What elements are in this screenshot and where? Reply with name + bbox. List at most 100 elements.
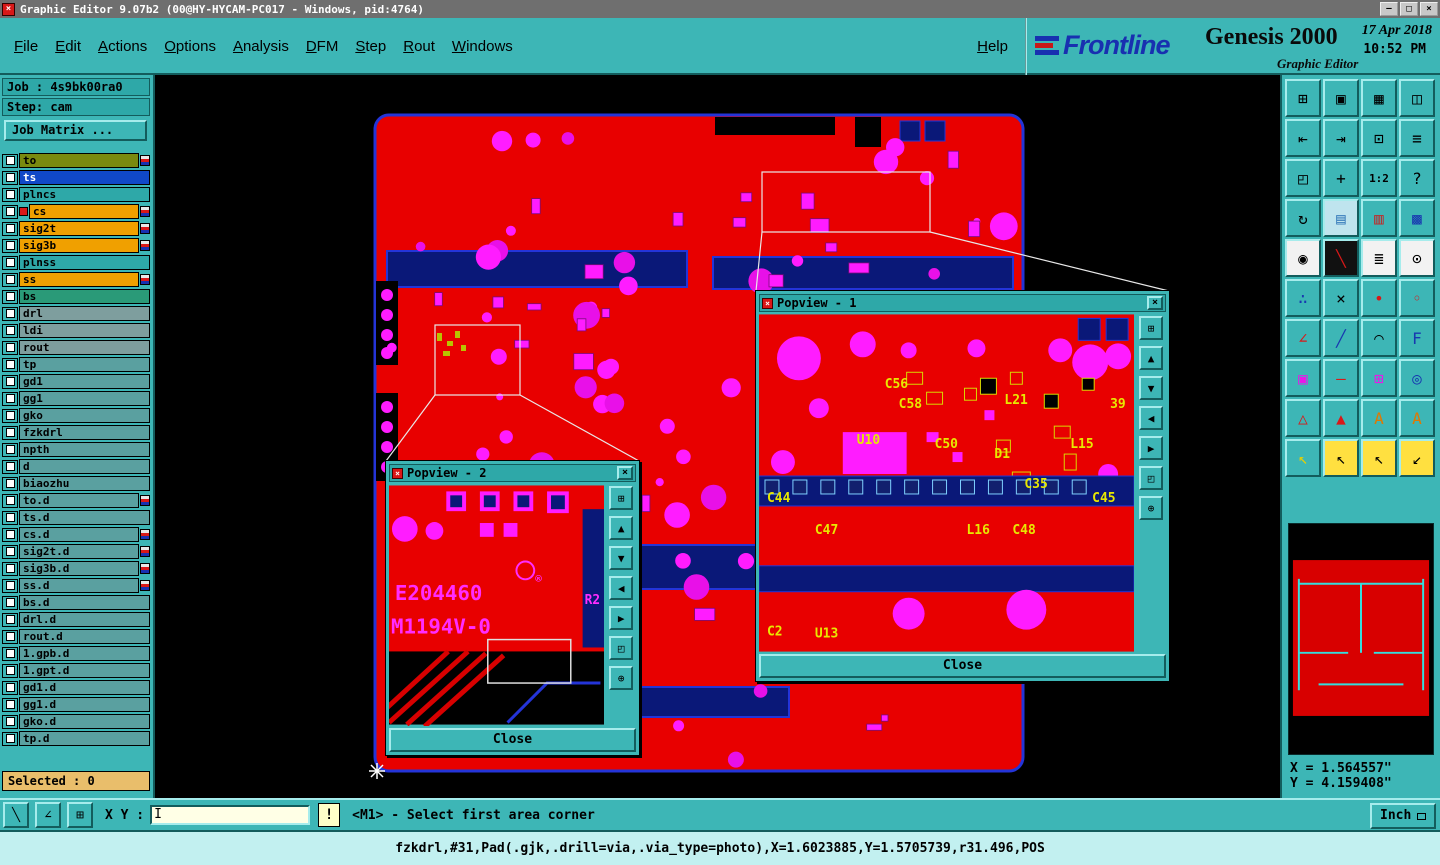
cursor-text-button[interactable]: ↖ [1361,439,1397,477]
circle-overlay-button[interactable]: ◎ [1399,359,1435,397]
layer-name[interactable]: 1.gpt.d [19,663,150,678]
popview-2-content[interactable]: E204460 ® M1194V-0 R2 [389,484,605,726]
layer-context-icon[interactable] [140,155,150,166]
origin-dot-button[interactable]: ⊙ [1399,239,1435,277]
layer-compare-button[interactable]: ▥ [1361,199,1397,237]
layer-name[interactable]: biaozhu [19,476,150,491]
popview-close-button[interactable]: Close [759,654,1166,678]
layer-name[interactable]: gg1.d [19,697,150,712]
menu-windows[interactable]: Windows [452,38,513,55]
layer-visibility-checkbox[interactable] [2,238,18,253]
text-arrow-button[interactable]: A [1361,399,1397,437]
menu-options[interactable]: Options [164,38,216,55]
menu-step[interactable]: Step [355,38,386,55]
popview-2-window[interactable]: × Popview - 2 × E204460 ® M1194V-0 R2 ⊞ … [385,460,640,756]
layer-visibility-checkbox[interactable] [2,493,18,508]
layer-visibility-checkbox[interactable] [2,289,18,304]
menu-edit[interactable]: Edit [55,38,81,55]
layer-name[interactable]: gd1.d [19,680,150,695]
layer-name[interactable]: bs [19,289,150,304]
popview-1-titlebar[interactable]: × Popview - 1 × [759,294,1166,312]
layer-name[interactable]: drl.d [19,612,150,627]
close-icon[interactable]: × [617,466,633,480]
shift-right-button[interactable]: ⇥ [1323,119,1359,157]
layer-name[interactable]: cs.d [19,527,139,542]
layer-name[interactable]: plnss [19,255,150,270]
move-grid-button[interactable]: ⊞ [1361,359,1397,397]
layer-visibility-checkbox[interactable] [2,714,18,729]
units-button[interactable]: Inch [1370,803,1436,829]
layer-visibility-checkbox[interactable] [2,340,18,355]
layer-name[interactable]: npth [19,442,150,457]
board-preview[interactable] [1288,523,1434,755]
popout-button[interactable]: ⊞ [1139,316,1164,340]
layer-visibility-checkbox[interactable] [2,357,18,372]
layer-context-icon[interactable] [140,563,150,574]
layer-visibility-checkbox[interactable] [2,442,18,457]
pan-right-button[interactable]: ▶ [1139,436,1164,460]
layer-visibility-checkbox[interactable] [2,731,18,746]
redraw-button[interactable]: ↻ [1285,199,1321,237]
snap-points-button[interactable]: ∴ [1285,279,1321,317]
layer-context-icon[interactable] [140,240,150,251]
title-bar[interactable]: × Graphic Editor 9.07b2 (00@HY-HYCAM-PC0… [0,0,1440,18]
layer-visibility-checkbox[interactable] [2,391,18,406]
zoom-fit-button[interactable]: ◰ [1139,466,1164,490]
alert-button[interactable]: ! [318,803,341,827]
pan-view-button[interactable]: + [1323,159,1359,197]
layer-visibility-checkbox[interactable] [2,646,18,661]
circle-select-button[interactable]: ◉ [1285,239,1321,277]
scale-1-2-button[interactable]: 1:2 [1361,159,1397,197]
layer-visibility-checkbox[interactable] [2,323,18,338]
arc-draw-button[interactable]: ◠ [1361,319,1397,357]
zoom-window-button[interactable]: ◰ [1285,159,1321,197]
pad-frame-button[interactable]: ▣ [1285,359,1321,397]
layer-visibility-checkbox[interactable] [2,561,18,576]
layer-visibility-checkbox[interactable] [2,544,18,559]
layer-visibility-checkbox[interactable] [2,374,18,389]
layer-visibility-checkbox[interactable] [2,306,18,321]
pan-down-button[interactable]: ▼ [609,546,634,570]
layer-context-icon[interactable] [140,274,150,285]
angle-measure-button[interactable]: ∠ [1285,319,1321,357]
layer-name[interactable]: ts.d [19,510,150,525]
layer-name[interactable]: to [19,153,139,168]
pan-left-button[interactable]: ◀ [1139,406,1164,430]
layer-stack-button[interactable]: ≡ [1399,119,1435,157]
popview-1-content[interactable]: C56 C58 L21 39 U10 C50 D1 L15 C35 C44 C4… [759,314,1135,652]
screen-view-button[interactable]: ▣ [1323,79,1359,117]
layer-visibility-checkbox[interactable] [2,459,18,474]
grid-mode-button[interactable]: ⊞ [67,802,93,828]
pcb-canvas[interactable]: × Popview - 1 × C56 C58 L21 39 U10 C50 D… [155,75,1280,798]
layer-name[interactable]: sig3b [19,238,139,253]
layer-visibility-checkbox[interactable] [2,680,18,695]
xy-input[interactable]: I [150,805,311,825]
layer-visibility-checkbox[interactable] [2,476,18,491]
dash-line-button[interactable]: — [1323,359,1359,397]
layer-context-icon[interactable] [140,495,150,506]
layer-name[interactable]: gko.d [19,714,150,729]
layer-visibility-checkbox[interactable] [2,510,18,525]
layer-name[interactable]: tp.d [19,731,150,746]
layer-name[interactable]: fzkdrl [19,425,150,440]
layer-visibility-checkbox[interactable] [2,170,18,185]
layer-context-icon[interactable] [140,580,150,591]
maximize-button[interactable]: □ [1400,2,1418,16]
layer-visibility-checkbox[interactable] [2,527,18,542]
triangle-outline-button[interactable]: △ [1285,399,1321,437]
tile-view-button[interactable]: ▦ [1361,79,1397,117]
cursor-bend-button[interactable]: ↙ [1399,439,1435,477]
popview-2-titlebar[interactable]: × Popview - 2 × [389,464,636,482]
popview-close-button[interactable]: Close [389,728,636,752]
zoom-fit-button[interactable]: ◰ [609,636,634,660]
layer-name[interactable]: cs [29,204,139,219]
layer-name[interactable]: sig2t.d [19,544,139,559]
layer-name[interactable]: ldi [19,323,150,338]
window-raise-button[interactable]: ⊞ [1285,79,1321,117]
layer-visibility-checkbox[interactable] [2,697,18,712]
menu-dfm[interactable]: DFM [306,38,339,55]
help-button[interactable]: ? [1399,159,1435,197]
menu-help[interactable]: Help [977,38,1008,55]
layer-name[interactable]: sig2t [19,221,139,236]
layer-name[interactable]: ss.d [19,578,139,593]
